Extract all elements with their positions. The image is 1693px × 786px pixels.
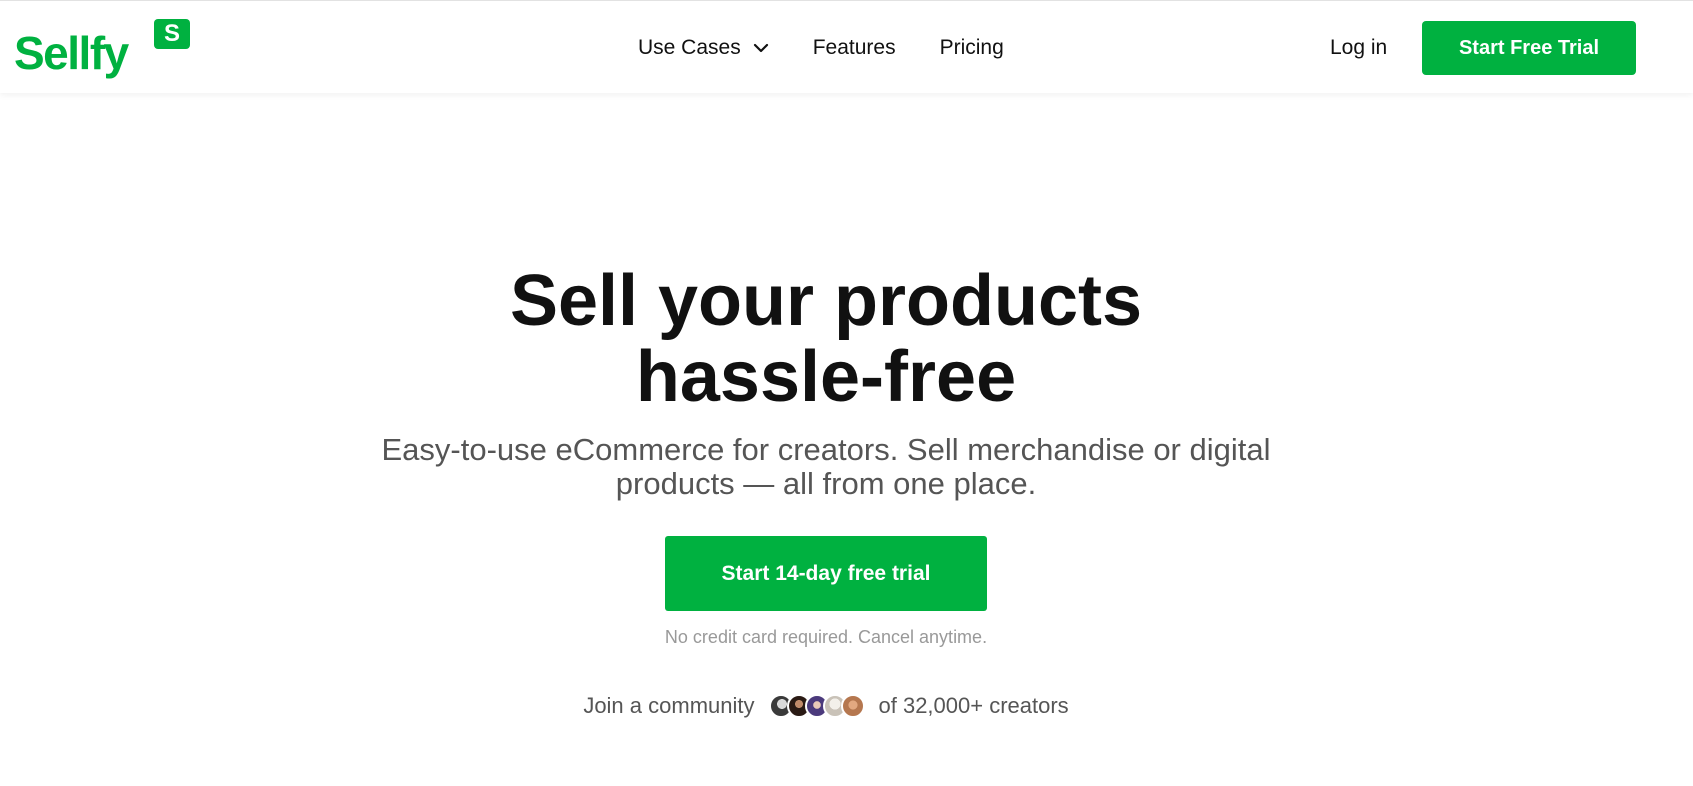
no-credit-card-note: No credit card required. Cancel anytime. xyxy=(664,627,988,647)
logo-wordmark: Sellfy xyxy=(14,27,129,79)
hero-headline: Sell your products hassle-free xyxy=(0,263,1652,415)
nav-use-cases-label: Use Cases xyxy=(638,35,741,59)
logo-badge-icon: S xyxy=(154,19,190,49)
community-suffix: of 32,000+ creators xyxy=(878,693,1069,718)
community-prefix: Join a community xyxy=(583,693,755,718)
creator-avatars xyxy=(768,694,865,718)
main-nav: Use Cases Features Pricing xyxy=(638,1,1004,94)
headline-line-2: hassle-free xyxy=(635,337,1017,417)
nav-pricing[interactable]: Pricing xyxy=(940,36,1004,60)
community-banner: Join a community of 32,000+ creators xyxy=(0,693,1652,719)
subhead-line-2: products — all from one place. xyxy=(615,466,1037,501)
sellfy-logo[interactable]: Sellfy S xyxy=(14,17,190,79)
hero-subheadline: Easy-to-use eCommerce for creators. Sell… xyxy=(0,433,1652,501)
chevron-down-icon xyxy=(753,43,768,52)
nav-use-cases[interactable]: Use Cases xyxy=(638,36,769,60)
start-free-trial-button[interactable]: Start Free Trial xyxy=(1422,21,1636,75)
top-navigation-bar: Sellfy S Use Cases Features Pricing Log … xyxy=(0,0,1693,93)
subhead-line-1: Easy-to-use eCommerce for creators. Sell… xyxy=(381,432,1271,467)
login-link[interactable]: Log in xyxy=(1330,1,1387,94)
headline-line-1: Sell your products xyxy=(509,261,1143,341)
nav-features[interactable]: Features xyxy=(813,36,896,60)
avatar xyxy=(840,694,865,718)
start-14-day-trial-button[interactable]: Start 14-day free trial xyxy=(665,536,987,611)
